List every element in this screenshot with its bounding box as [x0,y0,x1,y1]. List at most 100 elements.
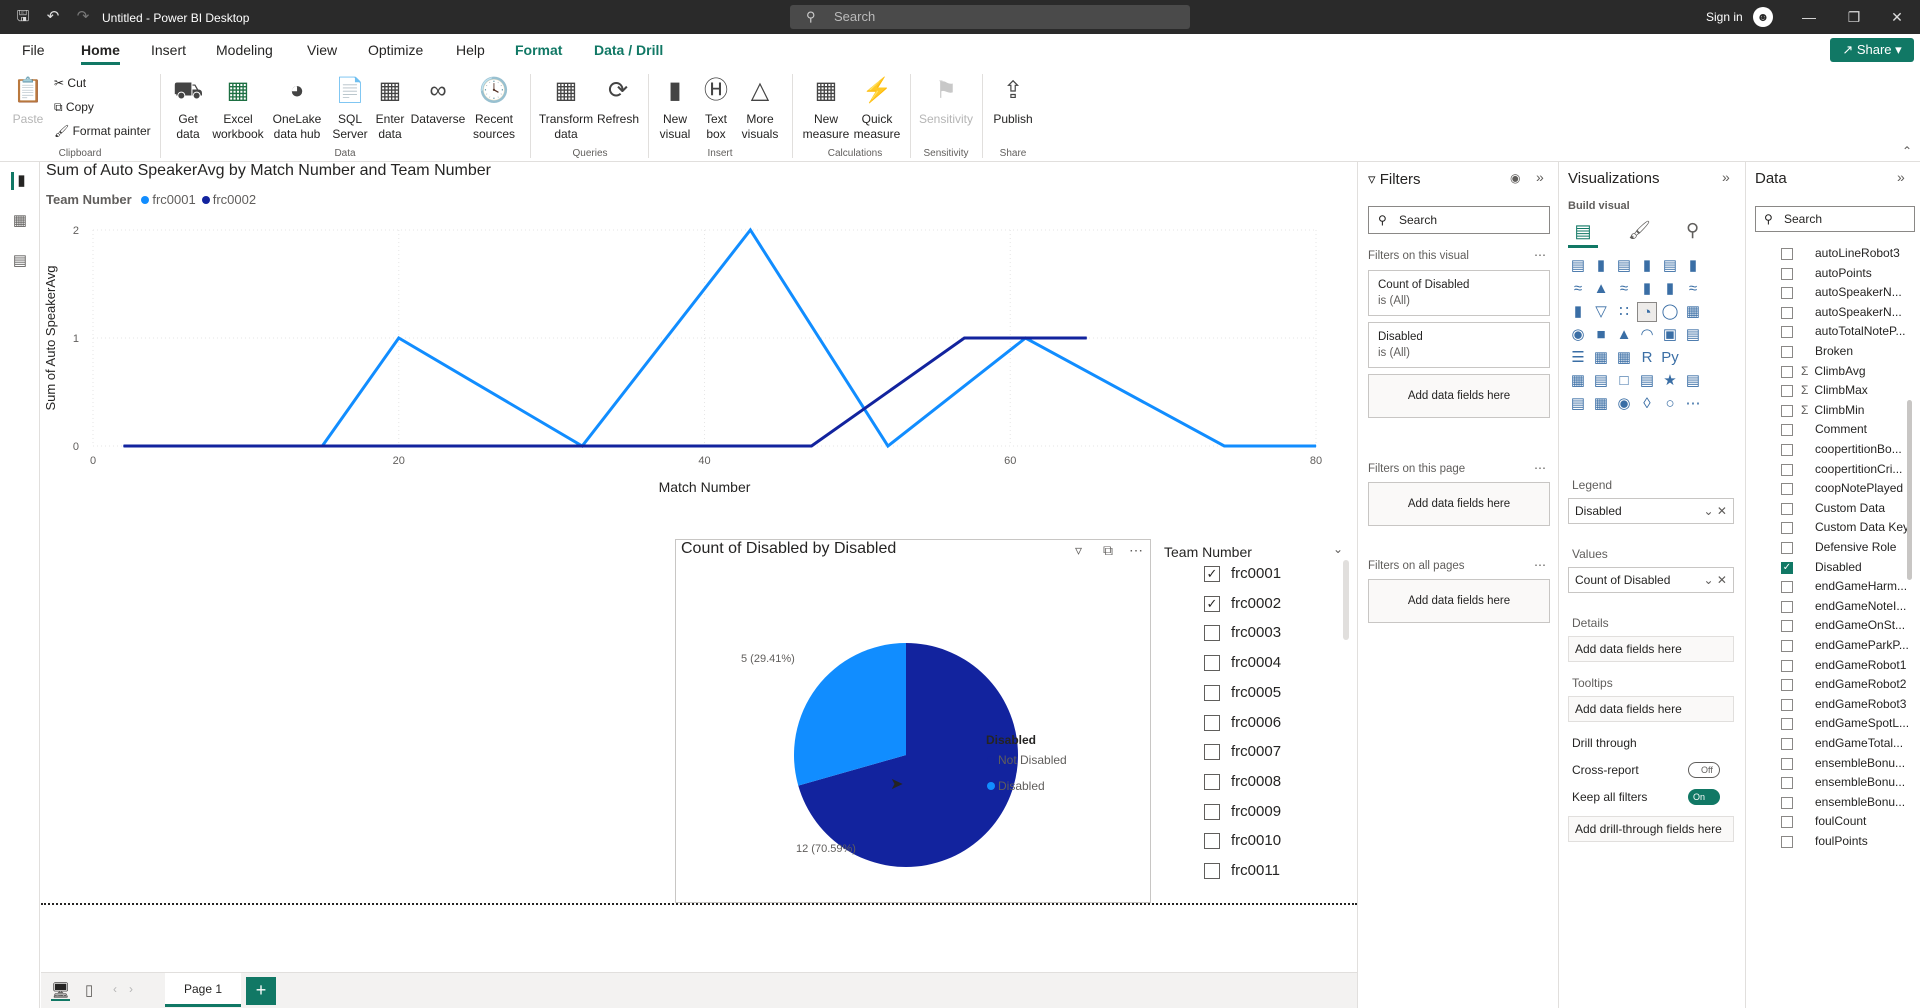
text-box-button[interactable]: Ⓗ Text box [698,74,734,142]
shape-icon[interactable]: ◊ [1637,394,1657,414]
eye-icon[interactable]: ◉ [1510,171,1520,185]
slicer-item-label[interactable]: frc0006 [1231,714,1281,731]
data-field-item[interactable]: endGameSpotL... [1815,716,1909,730]
data-field-item[interactable]: Defensive Role [1815,540,1896,554]
tab-home[interactable]: Home [81,42,120,65]
add-page-filter-well[interactable]: Add data fields here [1368,482,1550,526]
prev-page-icon[interactable]: ‹ [113,982,117,996]
next-page-icon[interactable]: › [129,982,133,996]
slicer-item-label[interactable]: frc0009 [1231,803,1281,820]
field-checkbox[interactable] [1781,248,1793,260]
undo-icon[interactable]: ↶ [44,8,62,26]
excel-workbook-button[interactable]: ▦ Excel workbook [210,74,266,142]
field-checkbox[interactable] [1781,796,1793,809]
slicer-item-label[interactable]: frc0003 [1231,624,1281,641]
donut-icon[interactable]: ◯ [1660,302,1680,322]
100-bar-icon[interactable]: ▤ [1660,256,1680,276]
paginated-icon[interactable]: ▤ [1683,371,1703,391]
key-influencers-icon[interactable]: ▦ [1568,371,1588,391]
analytics-icon[interactable]: ⚲ [1686,220,1699,241]
field-checkbox[interactable] [1781,522,1793,535]
filled-map-icon[interactable]: ■ [1591,325,1611,345]
slicer-icon[interactable]: ▦ [1591,348,1611,368]
data-field-item[interactable]: endGameHarm... [1815,579,1907,593]
more-visuals-button[interactable]: △ More visuals [736,74,784,142]
collapse-data-icon[interactable]: » [1897,169,1905,185]
tab-help[interactable]: Help [456,42,485,58]
transform-data-button[interactable]: ▦ Transform data [538,74,594,142]
data-field-item[interactable]: Broken [1815,344,1853,358]
data-scrollbar[interactable] [1907,400,1912,580]
slicer-checkbox[interactable]: ✓ [1204,595,1220,612]
drill-through-field-well[interactable]: Add drill-through fields here [1568,816,1734,842]
slicer-item-label[interactable]: frc0002 [1231,595,1281,612]
field-checkbox[interactable] [1781,306,1793,319]
data-field-item[interactable]: endGameParkP... [1815,638,1909,652]
power-automate-icon[interactable]: ▦ [1591,394,1611,414]
data-field-item[interactable]: foulCount [1815,814,1866,828]
slicer-checkbox[interactable] [1204,625,1220,642]
keep-all-filters-toggle[interactable]: On [1688,789,1720,805]
more-options-icon[interactable]: ⋯ [1534,461,1546,475]
slicer-checkbox[interactable] [1204,863,1220,879]
slicer-checkbox[interactable] [1204,655,1220,672]
multirow-card-icon[interactable]: ▤ [1683,325,1703,345]
copy-button[interactable]: ⧉ Copy [54,100,94,115]
slicer-checkbox[interactable] [1204,803,1220,820]
data-field-item[interactable]: autoSpeakerN... [1815,305,1902,319]
legend-field-well[interactable]: Disabled ⌄ ✕ [1568,498,1734,524]
share-button[interactable]: ↗ Share ▾ [1830,38,1914,62]
pie-chart[interactable]: 12 (70.59%) 5 (29.41%) Disabled Not Disable… [681,562,1151,892]
slicer-item-label[interactable]: frc0001 [1231,565,1281,582]
format-visual-icon[interactable]: 🖌 [1628,220,1651,241]
slicer-item-label[interactable]: frc0005 [1231,684,1281,701]
cut-button[interactable]: ✂ Cut [54,76,86,90]
data-field-item[interactable]: foulPoints [1815,834,1868,848]
field-checkbox[interactable] [1781,483,1793,496]
scatter-icon[interactable]: ∷ [1614,302,1634,322]
python-visual-icon[interactable]: Py [1660,348,1680,368]
more-options-icon[interactable]: ⋯ [1534,248,1546,262]
collapse-viz-icon[interactable]: » [1722,169,1730,185]
field-checkbox[interactable] [1781,326,1793,339]
field-checkbox[interactable] [1781,365,1793,378]
tooltips-field-well[interactable]: Add data fields here [1568,696,1734,722]
data-field-item[interactable]: coopNotePlayed [1815,481,1903,495]
waterfall-icon[interactable]: ≈ [1683,279,1703,299]
data-field-item[interactable]: endGameNoteI... [1815,599,1906,613]
data-field-item[interactable]: coopertitionCri... [1815,462,1902,476]
filter-card-disabled[interactable]: Disabled is (All) [1368,322,1550,368]
slicer-checkbox[interactable] [1204,773,1220,790]
field-checkbox[interactable] [1781,404,1793,417]
stacked-bar-icon[interactable]: ▤ [1568,256,1588,276]
field-checkbox[interactable] [1781,738,1793,750]
power-apps-icon[interactable]: ▤ [1568,394,1588,414]
slicer-checkbox[interactable] [1204,833,1220,850]
filters-search-input[interactable]: ⚲ Search [1368,206,1550,234]
data-field-item[interactable]: autoPoints [1815,266,1872,280]
sensitivity-button[interactable]: ⚑ Sensitivity [918,74,974,127]
data-field-item[interactable]: Custom Data [1815,501,1885,515]
account-icon[interactable]: ☻ [1753,7,1773,27]
field-checkbox[interactable] [1781,816,1793,829]
slicer-item-label[interactable]: frc0008 [1231,773,1281,790]
field-checkbox[interactable] [1781,346,1793,358]
area-icon[interactable]: ▲ [1591,279,1611,299]
data-field-item[interactable]: autoTotalNoteP... [1815,324,1906,338]
field-checkbox[interactable] [1781,659,1793,672]
field-checkbox[interactable] [1781,600,1793,613]
save-icon[interactable]: 🖫 [14,8,32,26]
sql-server-button[interactable]: 📄 SQL Server [328,74,372,142]
ribbon-icon[interactable]: ▮ [1660,279,1680,299]
map-icon[interactable]: ◉ [1568,325,1588,345]
r-visual-icon[interactable]: R [1637,348,1657,368]
slicer-checkbox[interactable] [1204,744,1220,761]
report-canvas[interactable]: Sum of Auto SpeakerAvg by Match Number a… [41,162,1357,972]
remove-field-icon[interactable]: ⌄ ✕ [1704,499,1727,523]
pie-icon[interactable]: ◔ [1637,302,1657,322]
stacked-area-icon[interactable]: ≈ [1614,279,1634,299]
model-view-icon[interactable]: ▤ [11,252,29,270]
data-field-item[interactable]: autoLineRobot3 [1815,246,1900,260]
waterfall2-icon[interactable]: ▮ [1568,302,1588,322]
field-checkbox[interactable] [1781,385,1793,398]
